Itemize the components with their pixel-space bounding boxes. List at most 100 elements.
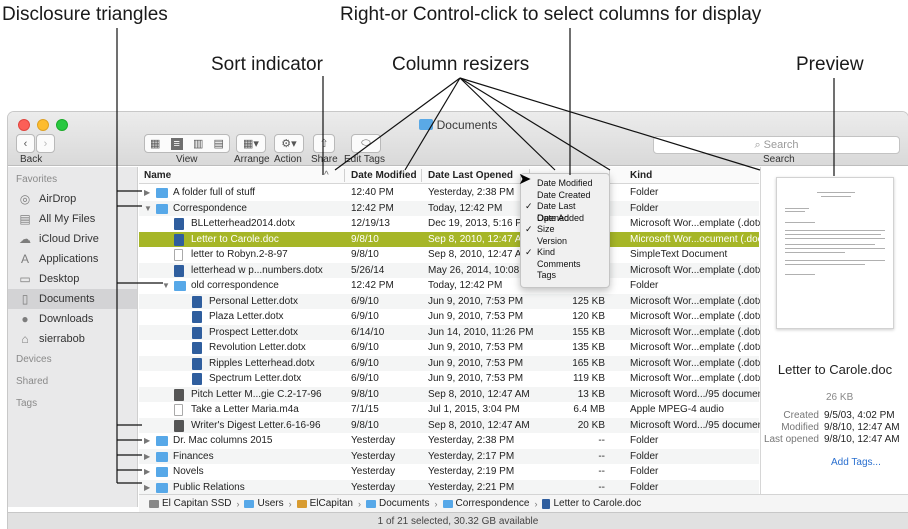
sidebar-heading-tags[interactable]: Tags xyxy=(8,395,137,413)
menu-item-date-last-opened[interactable]: ✓ Date Last Opened xyxy=(521,201,609,223)
table-row[interactable]: ▶ Public Relations Yesterday Yesterday, 2:2… xyxy=(139,479,759,495)
folder-icon xyxy=(156,203,168,214)
menu-item-kind[interactable]: ✓ Kind xyxy=(521,247,609,259)
date-modified: Yesterday xyxy=(351,435,396,446)
path-segment[interactable]: Letter to Carole.doc xyxy=(542,498,641,509)
column-resizer[interactable] xyxy=(421,169,422,182)
file-name: A folder full of stuff xyxy=(173,187,256,198)
menu-item-label: Date Created xyxy=(537,189,591,200)
table-row[interactable]: Ripples Letterhead.dotx 6/9/10 Jun 9, 2010… xyxy=(139,355,766,371)
sidebar-item-all-my-files[interactable]: ▤ All My Files xyxy=(8,209,137,229)
arrange-icon: ▦▾ xyxy=(243,138,259,150)
edit-tags-button[interactable]: ⬭ xyxy=(351,134,381,153)
table-row[interactable]: BLLetterhead2014.dotx 12/19/13 Dec 19, 201… xyxy=(139,216,766,232)
column-header-date-modified[interactable]: Date Modified xyxy=(351,170,417,181)
menu-item-version[interactable]: Version xyxy=(521,236,609,248)
menu-item-date-added[interactable]: Date Added xyxy=(521,213,609,225)
disclosure-triangle-expanded-icon[interactable]: ▼ xyxy=(162,281,170,290)
path-segment-label: Documents xyxy=(378,498,430,509)
menu-item-tags[interactable]: Tags xyxy=(521,270,609,282)
column-header-row: Name ^ Date Modified Date Last Opened Ki… xyxy=(139,167,759,184)
sidebar-item-applications[interactable]: A Applications xyxy=(8,249,137,269)
sidebar-heading-devices[interactable]: Devices xyxy=(8,351,137,369)
file-name: Dr. Mac columns 2015 xyxy=(173,435,273,446)
column-header-date-last-opened[interactable]: Date Last Opened xyxy=(428,170,513,181)
callout-right-click-columns: Right-or Control-click to select columns… xyxy=(340,4,762,25)
disclosure-triangle-collapsed-icon[interactable]: ▶ xyxy=(144,436,150,445)
sidebar-item-sierrabob[interactable]: ⌂ sierrabob xyxy=(8,329,137,349)
action-button[interactable]: ⚙▾ xyxy=(274,134,304,153)
table-row[interactable]: letterhead w p...numbers.dotx 5/26/14 May … xyxy=(139,262,766,278)
path-segment[interactable]: El Capitan SSD xyxy=(149,498,231,509)
folder-icon xyxy=(156,451,168,462)
back-button[interactable]: ‹ xyxy=(16,134,35,153)
file-kind: Microsoft Wor...ocument (.doc) xyxy=(630,233,766,245)
sidebar-item-airdrop[interactable]: ◎ AirDrop xyxy=(8,189,137,209)
path-segment-label: El Capitan SSD xyxy=(162,498,232,509)
path-segment[interactable]: Correspondence xyxy=(442,498,529,509)
table-row[interactable]: Pitch Letter M...gie C.2-17-96 9/8/10 Sep … xyxy=(139,386,766,402)
menu-item-label: Version xyxy=(537,235,568,246)
sidebar-heading-shared[interactable]: Shared xyxy=(8,373,137,391)
menu-item-comments[interactable]: Comments xyxy=(521,259,609,271)
sort-indicator-icon[interactable]: ^ xyxy=(324,170,329,181)
column-resizer[interactable] xyxy=(344,169,345,182)
table-row[interactable]: Writer's Digest Letter.6-16-96 9/8/10 Sep … xyxy=(139,417,766,433)
sidebar-item-documents[interactable]: ▯ Documents xyxy=(8,289,137,309)
table-row[interactable]: ▶ Finances Yesterday Yesterday, 2:17 PM -- Fo… xyxy=(139,448,759,464)
disclosure-triangle-collapsed-icon[interactable]: ▶ xyxy=(144,483,150,492)
disclosure-triangle-collapsed-icon[interactable]: ▶ xyxy=(144,452,150,461)
disclosure-triangle-collapsed-icon[interactable]: ▶ xyxy=(144,188,150,197)
share-button[interactable]: ⇧ xyxy=(313,134,335,153)
table-row[interactable]: Spectrum Letter.dotx 6/9/10 Jun 9, 2010, 7… xyxy=(139,371,766,387)
list-view-icon[interactable]: ≡ xyxy=(170,137,183,150)
arrange-label: Arrange xyxy=(234,154,270,165)
folder-icon xyxy=(442,499,453,508)
menu-item-size[interactable]: ✓ Size xyxy=(521,224,609,236)
coverflow-view-icon[interactable]: ▤ xyxy=(214,137,224,150)
column-header-kind[interactable]: Kind xyxy=(630,170,652,181)
view-switcher[interactable]: ▦ ≡ ▥ ▤ xyxy=(144,134,230,153)
file-name: Personal Letter.dotx xyxy=(209,295,298,307)
menu-item-date-created[interactable]: Date Created xyxy=(521,190,609,202)
search-input[interactable]: ⌕ Search xyxy=(653,136,900,154)
path-segment[interactable]: Users xyxy=(244,498,284,509)
table-row[interactable]: ▼ old correspondence 12:42 PM Today, 12:42 … xyxy=(139,278,759,294)
table-row[interactable]: Revolution Letter.dotx 6/9/10 Jun 9, 2010,… xyxy=(139,340,766,356)
path-separator-icon: › xyxy=(357,498,361,509)
forward-button[interactable]: › xyxy=(36,134,55,153)
sidebar-item-desktop[interactable]: ▭ Desktop xyxy=(8,269,137,289)
disclosure-triangle-expanded-icon[interactable]: ▼ xyxy=(144,204,152,213)
file-size: 125 KB xyxy=(572,295,605,307)
arrange-button[interactable]: ▦▾ xyxy=(236,134,266,153)
table-row[interactable]: letter to Robyn.2-8-97 9/8/10 Sep 8, 2010,… xyxy=(139,247,759,263)
column-view-icon[interactable]: ▥ xyxy=(193,137,203,150)
sidebar-item-downloads[interactable]: ● Downloads xyxy=(8,309,137,329)
date-modified: 6/14/10 xyxy=(351,326,385,338)
menu-item-date-modified[interactable]: Date Modified xyxy=(521,178,609,190)
sidebar-item-label: Desktop xyxy=(39,273,80,285)
path-segment[interactable]: ElCapitan xyxy=(296,498,353,509)
date-modified: 9/8/10 xyxy=(351,388,379,400)
column-header-name[interactable]: Name xyxy=(144,170,171,181)
table-row[interactable]: Prospect Letter.dotx 6/14/10 Jun 14, 2010,… xyxy=(139,324,766,340)
table-row[interactable]: ▶ A folder full of stuff 12:40 PM Yesterday… xyxy=(139,185,759,201)
date-last-opened: Jun 9, 2010, 7:53 PM xyxy=(428,342,524,353)
table-row[interactable]: ▶ Dr. Mac columns 2015 Yesterday Yesterday,… xyxy=(139,433,759,449)
add-tags-link[interactable]: Add Tags... xyxy=(831,457,881,468)
icon-view-icon[interactable]: ▦ xyxy=(150,137,160,150)
table-row[interactable]: Letter to Carole.doc 9/8/10 Sep 8, 2010, 1… xyxy=(139,231,766,247)
file-name: Letter to Carole.doc xyxy=(191,233,279,245)
file-name: letter to Robyn.2-8-97 xyxy=(191,249,288,260)
document-thumbnail xyxy=(776,177,894,329)
table-row[interactable]: Take a Letter Maria.m4a 7/1/15 Jul 1, 2015… xyxy=(139,402,759,418)
sidebar-item-icloud-drive[interactable]: ☁ iCloud Drive xyxy=(8,229,137,249)
table-row[interactable]: Personal Letter.dotx 6/9/10 Jun 9, 2010, 7… xyxy=(139,293,766,309)
date-modified: 12:42 PM xyxy=(351,202,394,214)
table-row[interactable]: ▼ Correspondence 12:42 PM Today, 12:42 PM Fo… xyxy=(139,200,759,216)
document-icon xyxy=(174,419,184,432)
table-row[interactable]: ▶ Novels Yesterday Yesterday, 2:19 PM -- Fold… xyxy=(139,464,759,480)
disclosure-triangle-collapsed-icon[interactable]: ▶ xyxy=(144,467,150,476)
table-row[interactable]: Plaza Letter.dotx 6/9/10 Jun 9, 2010, 7:53… xyxy=(139,309,766,325)
path-segment[interactable]: Documents xyxy=(365,498,430,509)
